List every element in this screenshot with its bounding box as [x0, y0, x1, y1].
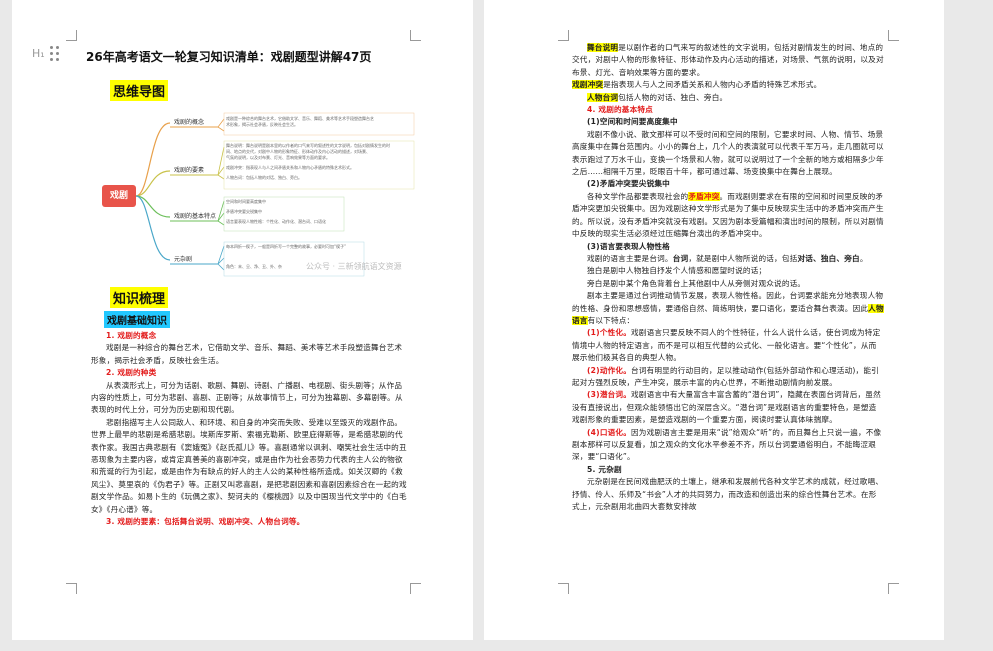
section-title: 5. 元杂剧 — [587, 464, 622, 474]
mindmap-branch: 戏剧的基本特点 — [174, 213, 217, 220]
right-body: 舞台说明是以剧作者的口气来写的叙述性的文字说明，包括对剧情发生的时间、地点的交代… — [572, 43, 884, 512]
mindmap-branch: 戏剧的概念 — [174, 119, 205, 126]
right-page: 舞台说明是以剧作者的口气来写的叙述性的文字说明，包括对剧情发生的时间、地点的交代… — [484, 0, 944, 640]
mindmap: 戏剧 戏剧的概念 戏剧的要素 戏剧的基本特点 元杂剧 戏剧是一种综合的舞台艺术，… — [100, 105, 420, 280]
highlight: 矛盾冲突 — [688, 191, 720, 201]
sub-heading: 戏剧基础知识 — [104, 311, 170, 328]
mindmap-branch: 戏剧的要素 — [174, 167, 205, 174]
section-heading: 知识梳理 — [110, 287, 169, 308]
left-body: 1. 戏剧的概念 戏剧是一种综合的舞台艺术，它借助文学、音乐、舞蹈、美术等艺术手… — [91, 330, 407, 529]
drag-handle-icon[interactable] — [50, 46, 60, 62]
crop-mark — [410, 583, 421, 594]
crop-mark — [66, 583, 77, 594]
mindmap-heading: 思维导图 — [110, 80, 169, 101]
item-heading: 1. 戏剧的概念 — [106, 331, 157, 340]
mindmap-branch: 元杂剧 — [174, 256, 193, 263]
mindmap-leaf: 舞台说明：舞台说明是剧本里的以作者的口气来写的叙述性的文字说明，包括对剧情发生的… — [226, 143, 390, 180]
crop-mark — [888, 30, 899, 41]
crop-mark — [558, 583, 569, 594]
subsection-title: (3)语言要表现人物性格 — [587, 241, 670, 251]
heading-level-icon[interactable]: H₁ — [32, 47, 45, 60]
mindmap-leaf: 戏剧是一种综合的舞台艺术，它借助文学、音乐、舞蹈、美术等艺术手段塑造舞台艺 术形… — [226, 116, 374, 127]
crop-mark — [558, 30, 569, 41]
term: 人物台词 — [587, 92, 619, 102]
subsection-title: (1)空间和时间要高度集中 — [587, 117, 678, 127]
item-text: 戏剧是一种综合的舞台艺术，它借助文学、音乐、舞蹈、美术等艺术手段塑造舞台艺术形象… — [91, 343, 403, 365]
item-text: 悲剧指描写主人公同敌人、和环境、和自身的冲突而失败、受难以至毁灭的戏剧作品。世界… — [91, 417, 407, 514]
watermark: 公众号 · 三新领航语文资源 — [306, 262, 402, 271]
left-page: H₁ 26年高考语文一轮复习知识清单：戏剧题型讲解47页 思维导图 戏剧 戏剧的… — [12, 0, 473, 640]
crop-mark — [410, 30, 421, 41]
subsection-title: (2)矛盾冲突要尖锐集中 — [587, 179, 670, 189]
item-heading: 2. 戏剧的种类 — [106, 368, 157, 378]
mindmap-leaf: 空间和时间要高度集中 矛盾冲突要尖锐集中 语言要表现人物性格：个性化、动作化、潜… — [226, 199, 326, 224]
crop-mark — [66, 30, 77, 41]
crop-mark — [888, 583, 899, 594]
item-heading: 3. 戏剧的要素：包括舞台说明、戏剧冲突、人物台词等。 — [106, 517, 305, 527]
mindmap-center-node: 戏剧 — [102, 185, 136, 207]
term: 舞台说明 — [587, 43, 619, 52]
section-title: 4. 戏剧的基本特点 — [587, 105, 653, 115]
item-text: 从表演形式上，可分为话剧、歌剧、舞剧、诗剧、广播剧、电视剧、街头剧等；从作品内容… — [91, 380, 403, 415]
document-title: 26年高考语文一轮复习知识清单：戏剧题型讲解47页 — [86, 50, 372, 64]
term: 戏剧冲突 — [572, 80, 604, 90]
